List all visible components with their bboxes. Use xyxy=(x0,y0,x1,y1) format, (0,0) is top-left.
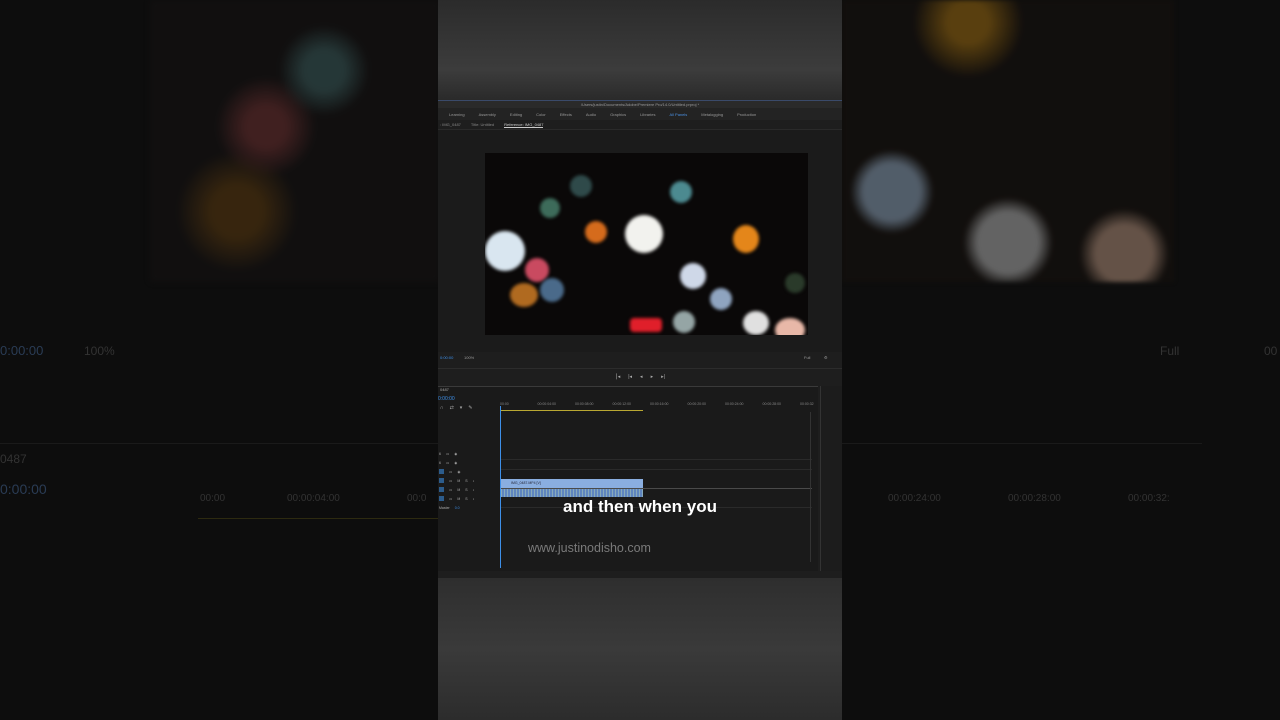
ruler-tick-label: 00:00 xyxy=(500,402,509,406)
snap-icon[interactable]: ∩ xyxy=(440,405,444,411)
ruler-tick-label: 00:00:24:00 xyxy=(725,402,744,406)
workspace-bar: Learning Assembly Editing Color Effects Audio… xyxy=(438,108,842,120)
track-divider xyxy=(500,459,812,460)
backdrop-right-ruler-2: 00:00:32: xyxy=(1128,493,1170,504)
monitor-quality[interactable]: Full xyxy=(804,355,810,360)
video-frame: /Users/justin/Documents/Adobe/Premiere P… xyxy=(438,0,842,720)
workspace-tab[interactable]: Effects xyxy=(553,112,579,117)
backdrop-clip-label: 0487 xyxy=(0,452,27,466)
backdrop-divider xyxy=(0,443,438,444)
backdrop-left-image xyxy=(150,0,440,282)
play-icon[interactable]: ▸ xyxy=(651,374,654,380)
panel-tab[interactable]: Title: Untitled xyxy=(471,122,494,127)
video-preview xyxy=(485,153,808,335)
panel-tab[interactable]: : IMG_0487 xyxy=(440,122,461,127)
go-to-in-icon[interactable]: |◂ xyxy=(628,374,632,380)
timeline-timecode[interactable]: 0:00:00 xyxy=(438,396,455,402)
backdrop-right-timecode: 00 xyxy=(1264,344,1278,358)
workspace-tab[interactable]: Metalogging xyxy=(694,112,730,117)
workspace-tab[interactable]: Graphics xyxy=(603,112,633,117)
backdrop-ruler-1: 00:00:04:00 xyxy=(287,493,340,504)
monitor-zoom[interactable]: 100% xyxy=(464,355,474,360)
ruler-tick-label: 00:00:28:00 xyxy=(762,402,782,406)
track-divider xyxy=(500,469,812,470)
backdrop-timecode-2: 0:00:00 xyxy=(0,481,47,497)
workspace-tab[interactable]: Libraries xyxy=(633,112,662,117)
backdrop-yellow-line xyxy=(198,518,438,519)
panel-tab[interactable]: Reference: IMG_0487 xyxy=(504,122,544,128)
program-monitor[interactable] xyxy=(438,130,842,352)
window-title: /Users/justin/Documents/Adobe/Premiere P… xyxy=(438,100,842,108)
ruler-tick-label: 00:00:08:00 xyxy=(575,402,594,406)
frame-bottom-blur xyxy=(438,578,842,720)
audio-meter-panel xyxy=(820,386,842,571)
ruler-tick-label: 00:00:16:00 xyxy=(650,402,669,406)
vertical-scrollbar[interactable] xyxy=(810,412,812,562)
monitor-controls: 0:00:00 100% Full ⚙ xyxy=(438,352,842,362)
backdrop-right-ruler-1: 00:00:28:00 xyxy=(1008,493,1061,504)
workspace-tab[interactable]: Assembly xyxy=(472,112,503,117)
website-watermark: www.justinodisho.com xyxy=(528,541,651,555)
backdrop-divider-right xyxy=(842,443,1202,444)
backdrop-right-ruler-0: 00:00:24:00 xyxy=(888,493,941,504)
ruler-tick-label: 00:00:12:00 xyxy=(612,402,632,406)
workspace-tab[interactable]: Audio xyxy=(579,112,603,117)
linked-selection-icon[interactable]: ⇄ xyxy=(450,405,454,411)
step-back-icon[interactable]: ◂ xyxy=(640,374,643,380)
playhead[interactable] xyxy=(500,406,501,568)
workspace-tab[interactable]: Production xyxy=(730,112,763,117)
workspace-tab[interactable]: Learning xyxy=(442,112,472,117)
monitor-timecode[interactable]: 0:00:00 xyxy=(440,355,453,360)
work-area-bar[interactable] xyxy=(500,410,643,411)
backdrop-ruler-0: 00:00 xyxy=(200,493,226,504)
mark-in-icon[interactable]: ⎮◂ xyxy=(615,374,620,380)
workspace-tab[interactable]: Color xyxy=(529,112,553,117)
ruler-tick-label: 00:00:32 xyxy=(800,402,814,406)
workspace-tab[interactable]: Editing xyxy=(503,112,529,117)
marker-icon[interactable]: ▾ xyxy=(460,405,463,411)
backdrop-timecode: 0:00:00 xyxy=(0,343,44,358)
video-clip[interactable]: IMG_0487.MP4 [V] xyxy=(501,479,643,488)
frame-top-blur xyxy=(438,0,842,100)
backdrop-quality: Full xyxy=(1160,344,1180,358)
timeline-tools: ∩ ⇄ ▾ ✎ xyxy=(440,405,473,411)
workspace-tab[interactable]: All Panels xyxy=(662,112,694,117)
time-ruler[interactable]: 00:00 00:00:04:00 00:00:08:00 00:00:12:00 00… xyxy=(500,399,814,409)
panel-tabs: : IMG_0487 Title: Untitled Reference: IMG_… xyxy=(438,120,842,130)
backdrop-right-image xyxy=(842,0,1174,282)
step-forward-icon[interactable]: ▸| xyxy=(661,374,665,380)
settings-wrench-icon[interactable]: ✎ xyxy=(468,405,472,411)
sequence-tab[interactable]: 0487 xyxy=(438,387,818,395)
ruler-tick-label: 00:00:20:00 xyxy=(687,402,707,406)
backdrop-ruler-2: 00:0 xyxy=(407,493,427,504)
monitor-wrench-icon[interactable]: ⚙ xyxy=(824,355,828,360)
backdrop-zoom: 100% xyxy=(84,344,115,358)
ruler-tick-label: 00:00:04:00 xyxy=(537,402,557,406)
subtitle-caption: and then when you xyxy=(563,497,717,516)
audio-clip[interactable] xyxy=(501,489,643,497)
transport-controls: ⎮◂ |◂ ◂ ▸ ▸| xyxy=(438,368,842,380)
